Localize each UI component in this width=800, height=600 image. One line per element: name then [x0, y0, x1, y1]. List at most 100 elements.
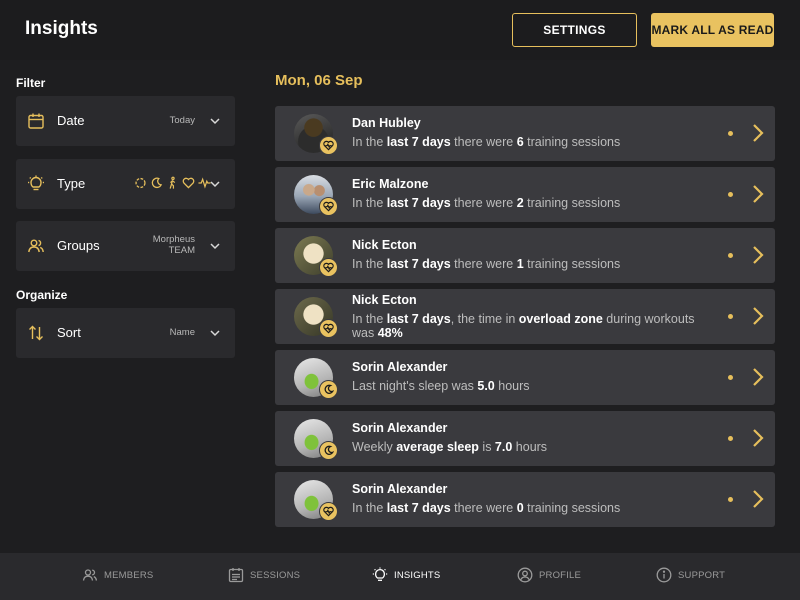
heart-icon	[323, 323, 334, 334]
filter-heading: Filter	[16, 76, 46, 90]
unread-dot	[728, 192, 733, 197]
insight-highlight: last 7 days	[386, 135, 451, 149]
groups-filter[interactable]: Groups Morpheus TEAM	[16, 221, 235, 271]
nav-support-label: SUPPORT	[678, 569, 726, 581]
type-filter-label: Type	[57, 176, 86, 191]
insight-member-name: Sorin Alexander	[352, 482, 448, 496]
groups-filter-value: Morpheus TEAM	[153, 234, 195, 256]
moon-icon	[324, 445, 334, 455]
insight-text: training sessions	[523, 257, 621, 271]
insight-highlight: last 7 days	[386, 196, 451, 210]
insight-card[interactable]: Sorin Alexander Last night's sleep was 5.…	[275, 350, 775, 405]
sort-label: Sort	[57, 325, 81, 340]
insight-text: In the	[352, 312, 387, 326]
insight-card[interactable]: Dan Hubley In the last 7 days there were …	[275, 106, 775, 161]
insight-text: In the	[352, 257, 387, 271]
heart-icon	[182, 177, 195, 189]
groups-value-line2: TEAM	[168, 245, 195, 256]
insight-text: In the	[352, 196, 387, 210]
chevron-right-icon[interactable]	[752, 184, 764, 204]
insight-text: , the time in	[450, 312, 519, 326]
chevron-right-icon[interactable]	[752, 367, 764, 387]
chevron-right-icon[interactable]	[752, 245, 764, 265]
nav-sessions[interactable]: SESSIONS	[228, 567, 300, 583]
insight-message: Last night's sleep was 5.0 hours	[352, 379, 712, 393]
insight-highlight: 5.0	[477, 379, 495, 393]
activity-ring-icon	[135, 177, 146, 189]
insight-text: Last night's sleep was	[352, 379, 478, 393]
unread-dot	[728, 436, 733, 441]
sort-option[interactable]: Sort Name	[16, 308, 235, 358]
nav-members-label: MEMBERS	[104, 569, 154, 581]
insight-highlight: 0	[516, 501, 524, 515]
sleep-badge	[319, 380, 338, 399]
nav-members[interactable]: MEMBERS	[82, 567, 153, 583]
date-heading: Mon, 06 Sep	[275, 72, 363, 89]
mark-all-read-button[interactable]: MARK ALL AS READ	[651, 13, 774, 47]
insight-highlight: 6	[516, 135, 524, 149]
chevron-right-icon[interactable]	[752, 489, 764, 509]
insight-highlight: last 7 days	[386, 501, 451, 515]
insight-text: In the	[352, 135, 387, 149]
insight-message: Weekly average sleep is 7.0 hours	[352, 440, 712, 454]
groups-value-line1: Morpheus	[152, 234, 195, 245]
chevron-down-icon	[210, 243, 220, 250]
insight-card[interactable]: Sorin Alexander Weekly average sleep is 7…	[275, 411, 775, 466]
insight-text: training sessions	[523, 501, 621, 515]
nav-support[interactable]: SUPPORT	[656, 567, 725, 583]
insight-message: In the last 7 days there were 1 training…	[352, 257, 712, 271]
users-icon	[82, 569, 98, 581]
insight-highlight: 2	[516, 196, 524, 210]
users-icon	[28, 239, 44, 253]
insight-highlight: 1	[516, 257, 524, 271]
walking-icon	[169, 176, 176, 189]
insight-text: there were	[450, 501, 517, 515]
heart-badge	[319, 319, 338, 338]
date-filter-label: Date	[57, 113, 85, 128]
heart-icon	[323, 140, 334, 151]
chevron-right-icon[interactable]	[752, 123, 764, 143]
chevron-right-icon[interactable]	[752, 428, 764, 448]
insight-message: In the last 7 days there were 0 training…	[352, 501, 712, 515]
sleep-badge	[319, 441, 338, 460]
chevron-down-icon	[210, 118, 220, 125]
insight-card[interactable]: Sorin Alexander In the last 7 days there …	[275, 472, 775, 527]
organize-heading: Organize	[16, 288, 68, 302]
nav-profile-label: PROFILE	[539, 569, 582, 581]
heart-icon	[323, 262, 334, 273]
unread-dot	[728, 497, 733, 502]
insight-highlight: overload zone	[518, 312, 603, 326]
insight-text: hours	[494, 379, 530, 393]
calendar-list-icon	[228, 568, 244, 583]
top-bar: Insights SETTINGS MARK ALL AS READ	[0, 0, 800, 60]
insight-text: is	[478, 440, 495, 454]
insight-card[interactable]: Nick Ecton In the last 7 days there were …	[275, 228, 775, 283]
heart-badge	[319, 136, 338, 155]
type-filter[interactable]: Type	[16, 159, 235, 209]
chevron-right-icon[interactable]	[752, 306, 764, 326]
heart-badge	[319, 197, 338, 216]
profile-icon	[517, 567, 533, 583]
insight-message: In the last 7 days, the time in overload…	[352, 312, 712, 340]
settings-button[interactable]: SETTINGS	[512, 13, 637, 47]
insight-member-name: Dan Hubley	[352, 116, 421, 130]
lightbulb-icon	[372, 567, 388, 581]
sort-value: Name	[169, 327, 195, 338]
nav-insights[interactable]: INSIGHTS	[372, 567, 440, 583]
insight-text: In the	[352, 501, 387, 515]
unread-dot	[728, 253, 733, 258]
insight-text: hours	[512, 440, 548, 454]
type-icons	[134, 176, 211, 190]
calendar-icon	[28, 113, 44, 129]
insight-member-name: Sorin Alexander	[352, 421, 448, 435]
moon-icon	[151, 177, 163, 189]
info-icon	[656, 567, 672, 583]
lightbulb-icon	[28, 175, 44, 191]
insight-member-name: Eric Malzone	[352, 177, 429, 191]
insight-text: training sessions	[523, 135, 621, 149]
insight-text: there were	[450, 135, 517, 149]
insight-card[interactable]: Eric Malzone In the last 7 days there wer…	[275, 167, 775, 222]
nav-profile[interactable]: PROFILE	[517, 567, 581, 583]
insight-card[interactable]: Nick Ecton In the last 7 days, the time i…	[275, 289, 775, 344]
date-filter[interactable]: Date Today	[16, 96, 235, 146]
